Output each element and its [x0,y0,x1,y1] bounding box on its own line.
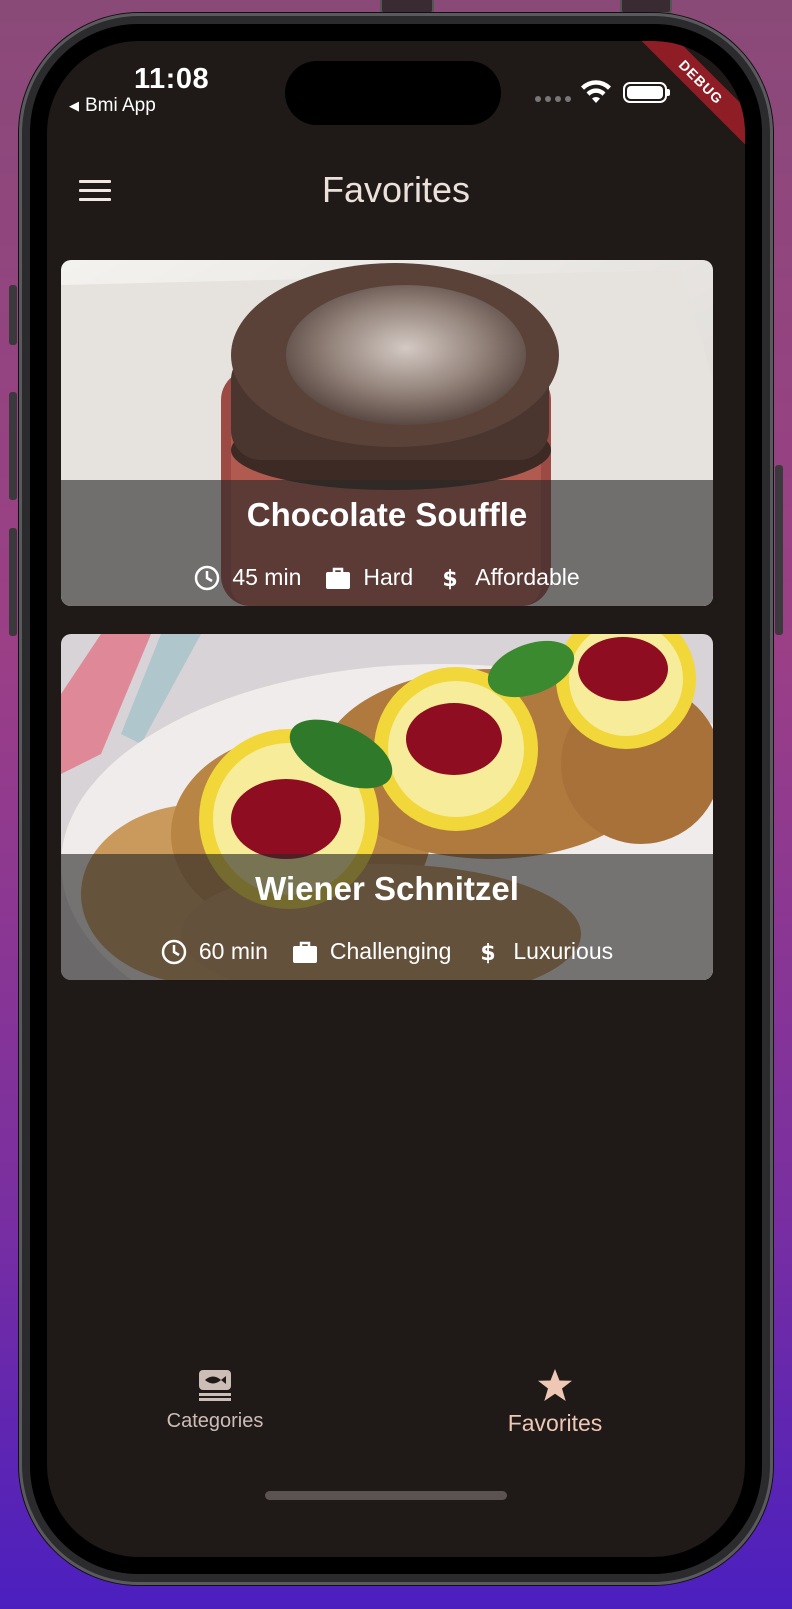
power-button [775,465,783,635]
volume-down-button [9,528,17,636]
set-meal-icon [199,1370,231,1401]
nav-label-categories: Categories [166,1410,264,1432]
dollar-icon: $ [443,567,458,591]
silent-switch [9,285,17,345]
nav-label-favorites: Favorites [507,1410,603,1436]
duration-label: 45 min [232,564,302,590]
dynamic-island [285,61,501,125]
dollar-icon: $ [481,941,496,965]
cellular-signal-icon [535,96,571,102]
briefcase-icon [292,941,317,963]
meal-affordability: $ Affordable [437,564,580,591]
back-triangle-icon: ◀ [69,98,79,113]
back-app-label: Bmi App [85,95,156,116]
meal-duration: 60 min [161,938,268,965]
meal-info-overlay: Chocolate Souffle 45 min Hard $ Affordab… [61,480,713,606]
page-title: Favorites [321,169,471,210]
nav-item-categories[interactable]: Categories [115,1368,315,1433]
complexity-label: Hard [363,564,414,590]
duration-label: 60 min [198,938,268,964]
nav-item-favorites[interactable]: Favorites [455,1368,655,1437]
bottom-navigation-bar: Categories Favorites [47,1356,745,1466]
svg-text:$: $ [443,567,458,591]
meal-title: Wiener Schnitzel [255,870,519,907]
clock-icon [195,565,220,590]
meal-complexity: Hard [325,564,413,591]
meal-affordability: $ Luxurious [475,938,613,965]
status-time: 11:08 [134,63,210,95]
back-to-app-link[interactable]: ◀ Bmi App [69,95,156,117]
meal-meta-row: 60 min Challenging $ Luxurious [61,938,713,965]
affordability-label: Luxurious [513,938,614,964]
app-screen: 11:08 ◀ Bmi App DEBUG Favorites Chocolat… [47,41,745,1557]
clock-icon [161,939,187,964]
meal-card[interactable]: Wiener Schnitzel 60 min Challenging $ Lu… [61,634,713,980]
complexity-label: Challenging [329,938,452,964]
meal-duration: 45 min [194,564,301,591]
meal-meta-row: 45 min Hard $ Affordable [61,564,713,591]
home-indicator[interactable] [265,1491,507,1500]
meal-info-overlay: Wiener Schnitzel 60 min Challenging $ Lu… [61,854,713,980]
wifi-icon [581,80,611,103]
volume-up-button [9,392,17,500]
meal-title: Chocolate Souffle [246,496,528,533]
battery-icon [623,82,670,103]
briefcase-icon [326,567,351,589]
star-icon [538,1369,572,1401]
app-bar: Favorites [47,151,745,231]
background-window-edge [380,0,434,14]
background-window-edge [620,0,672,14]
meal-complexity: Challenging [292,938,451,965]
affordability-label: Affordable [475,564,580,590]
meal-card[interactable]: Chocolate Souffle 45 min Hard $ Affordab… [61,260,713,606]
svg-text:$: $ [481,941,496,965]
